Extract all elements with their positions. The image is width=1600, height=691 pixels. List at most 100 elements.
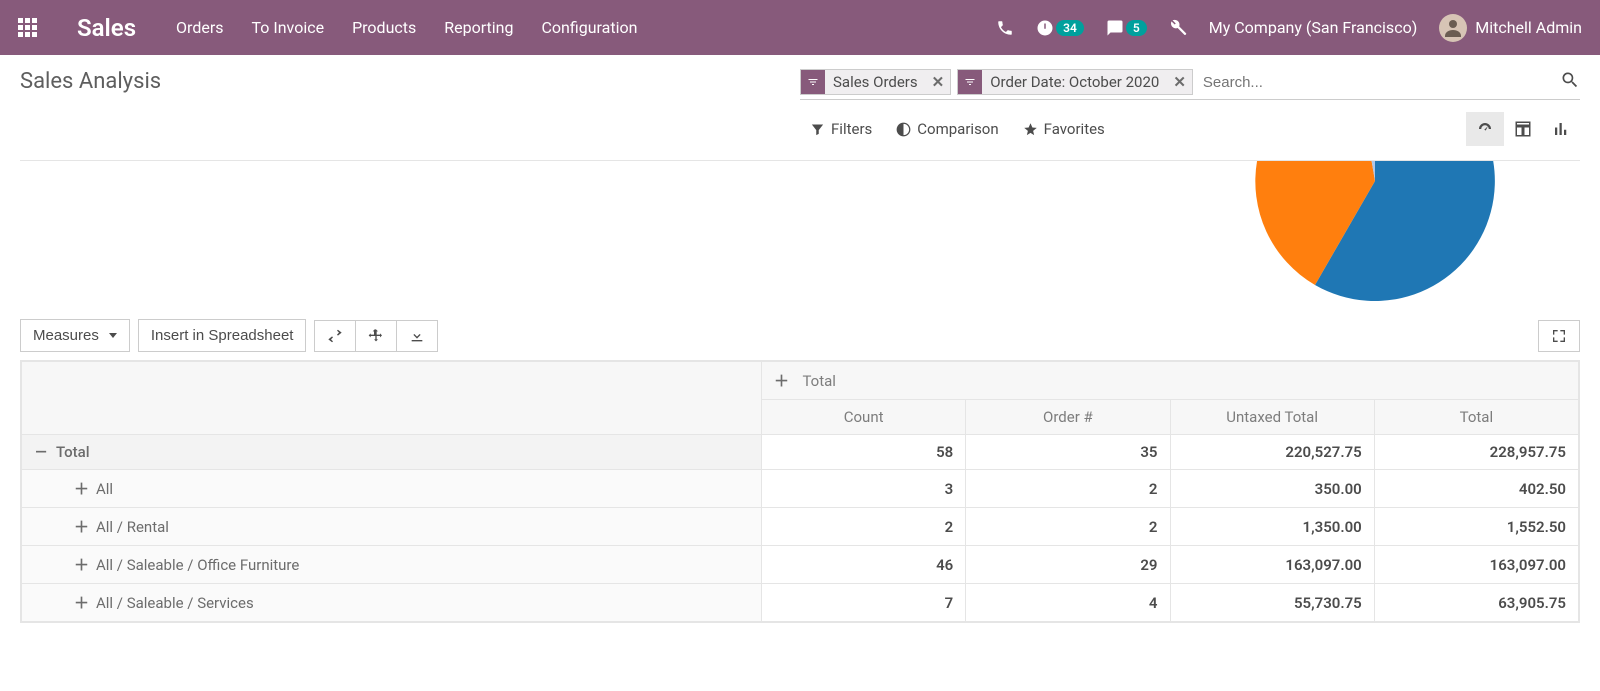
cell-value[interactable]: 7 bbox=[762, 584, 966, 622]
expand-row-icon[interactable]: ＋ bbox=[74, 592, 88, 613]
favorites-dropdown[interactable]: Favorites bbox=[1023, 120, 1105, 138]
funnel-icon bbox=[810, 122, 825, 137]
activities-badge: 34 bbox=[1056, 20, 1084, 36]
cell-value[interactable]: 2 bbox=[966, 470, 1170, 508]
expand-column-icon[interactable]: ＋ bbox=[774, 372, 789, 390]
cell-value[interactable]: 220,527.75 bbox=[1170, 435, 1374, 470]
menu-to-invoice[interactable]: To Invoice bbox=[252, 18, 325, 37]
main-menu: Orders To Invoice Products Reporting Con… bbox=[176, 18, 637, 37]
col-untaxed-total[interactable]: Untaxed Total bbox=[1170, 400, 1374, 435]
navbar: Sales Orders To Invoice Products Reporti… bbox=[0, 0, 1600, 55]
table-row: ＋ All / Saleable / Services 7455,730.7563,… bbox=[22, 584, 1579, 622]
search-icon[interactable] bbox=[1560, 70, 1580, 94]
activities-icon[interactable]: 34 bbox=[1036, 19, 1084, 37]
fullscreen-icon bbox=[1551, 328, 1567, 344]
column-total-header[interactable]: ＋ Total bbox=[762, 362, 1579, 400]
row-header[interactable]: ＋ All / Saleable / Services bbox=[22, 584, 762, 622]
company-selector[interactable]: My Company (San Francisco) bbox=[1209, 18, 1418, 37]
user-menu[interactable]: Mitchell Admin bbox=[1439, 14, 1582, 42]
view-switcher bbox=[1466, 112, 1580, 146]
row-header[interactable]: ＋ All bbox=[22, 470, 762, 508]
cell-value[interactable]: 228,957.75 bbox=[1374, 435, 1578, 470]
filter-icon bbox=[958, 70, 982, 94]
favorites-label: Favorites bbox=[1044, 120, 1105, 138]
messages-icon[interactable]: 5 bbox=[1106, 19, 1147, 37]
filters-label: Filters bbox=[831, 120, 872, 138]
pivot-view-button[interactable] bbox=[1504, 112, 1542, 146]
cell-value[interactable]: 29 bbox=[966, 546, 1170, 584]
cell-value[interactable]: 2 bbox=[762, 508, 966, 546]
caret-down-icon bbox=[109, 333, 117, 338]
cell-value[interactable]: 35 bbox=[966, 435, 1170, 470]
dashboard-view-button[interactable] bbox=[1466, 112, 1504, 146]
expand-row-icon[interactable]: ＋ bbox=[74, 554, 88, 575]
tools-icon[interactable] bbox=[1169, 19, 1187, 37]
avatar bbox=[1439, 14, 1467, 42]
cell-value[interactable]: 350.00 bbox=[1170, 470, 1374, 508]
menu-products[interactable]: Products bbox=[352, 18, 416, 37]
expand-icon bbox=[368, 328, 384, 344]
swap-icon bbox=[327, 328, 343, 344]
pie-chart[interactable] bbox=[1245, 161, 1505, 311]
row-header[interactable]: —Total bbox=[22, 435, 762, 470]
filters-dropdown[interactable]: Filters bbox=[810, 120, 872, 138]
facet-remove-icon[interactable]: ✕ bbox=[1167, 73, 1192, 91]
row-label-text: All / Saleable / Office Furniture bbox=[96, 556, 299, 574]
search-input[interactable] bbox=[1199, 70, 1560, 95]
cell-value[interactable]: 3 bbox=[762, 470, 966, 508]
fullscreen-button[interactable] bbox=[1538, 320, 1580, 352]
row-label-text: All bbox=[96, 480, 113, 498]
flip-axis-button[interactable] bbox=[314, 320, 356, 352]
collapse-row-icon[interactable]: — bbox=[34, 443, 48, 461]
pivot-table: ＋ Total Count Order # Untaxed Total Tota… bbox=[20, 360, 1580, 623]
search-facet-sales-orders: Sales Orders ✕ bbox=[800, 69, 951, 95]
row-header[interactable]: ＋ All / Saleable / Office Furniture bbox=[22, 546, 762, 584]
expand-all-button[interactable] bbox=[356, 320, 397, 352]
search-facet-order-date: Order Date: October 2020 ✕ bbox=[957, 69, 1193, 95]
user-name: Mitchell Admin bbox=[1475, 18, 1582, 37]
expand-row-icon[interactable]: ＋ bbox=[74, 478, 88, 499]
table-row: ＋ All 32350.00402.50 bbox=[22, 470, 1579, 508]
measures-button[interactable]: Measures bbox=[20, 319, 130, 352]
table-icon bbox=[1514, 120, 1532, 138]
page-title: Sales Analysis bbox=[20, 69, 161, 94]
col-count[interactable]: Count bbox=[762, 400, 966, 435]
cell-value[interactable]: 402.50 bbox=[1374, 470, 1578, 508]
messages-badge: 5 bbox=[1126, 20, 1147, 36]
total-header-label: Total bbox=[802, 372, 836, 390]
row-label-text: All / Saleable / Services bbox=[96, 594, 254, 612]
cell-value[interactable]: 1,350.00 bbox=[1170, 508, 1374, 546]
cell-value[interactable]: 46 bbox=[762, 546, 966, 584]
bar-chart-icon bbox=[1552, 120, 1570, 138]
insert-spreadsheet-button[interactable]: Insert in Spreadsheet bbox=[138, 319, 307, 352]
col-total[interactable]: Total bbox=[1374, 400, 1578, 435]
row-label-text: All / Rental bbox=[96, 518, 169, 536]
row-header[interactable]: ＋ All / Rental bbox=[22, 508, 762, 546]
col-order-number[interactable]: Order # bbox=[966, 400, 1170, 435]
cell-value[interactable]: 1,552.50 bbox=[1374, 508, 1578, 546]
cell-value[interactable]: 163,097.00 bbox=[1170, 546, 1374, 584]
cell-value[interactable]: 55,730.75 bbox=[1170, 584, 1374, 622]
cell-value[interactable]: 63,905.75 bbox=[1374, 584, 1578, 622]
download-icon bbox=[409, 328, 425, 344]
cell-value[interactable]: 163,097.00 bbox=[1374, 546, 1578, 584]
menu-reporting[interactable]: Reporting bbox=[444, 18, 513, 37]
cell-value[interactable]: 2 bbox=[966, 508, 1170, 546]
apps-icon[interactable] bbox=[18, 18, 37, 37]
chart-area bbox=[0, 161, 1600, 311]
cell-value[interactable]: 4 bbox=[966, 584, 1170, 622]
table-row: ＋All / Saleable / Office Furniture462916… bbox=[22, 546, 1579, 584]
cell-value[interactable]: 58 bbox=[762, 435, 966, 470]
facet-remove-icon[interactable]: ✕ bbox=[926, 73, 951, 91]
expand-row-icon[interactable]: ＋ bbox=[74, 516, 88, 537]
download-button[interactable] bbox=[397, 320, 438, 352]
menu-orders[interactable]: Orders bbox=[176, 18, 223, 37]
brand[interactable]: Sales bbox=[77, 14, 136, 42]
comparison-dropdown[interactable]: Comparison bbox=[896, 120, 998, 138]
phone-icon[interactable] bbox=[996, 19, 1014, 37]
contrast-icon bbox=[896, 122, 911, 137]
empty-header bbox=[22, 362, 762, 435]
graph-view-button[interactable] bbox=[1542, 112, 1580, 146]
menu-configuration[interactable]: Configuration bbox=[541, 18, 637, 37]
filter-icon bbox=[801, 70, 825, 94]
